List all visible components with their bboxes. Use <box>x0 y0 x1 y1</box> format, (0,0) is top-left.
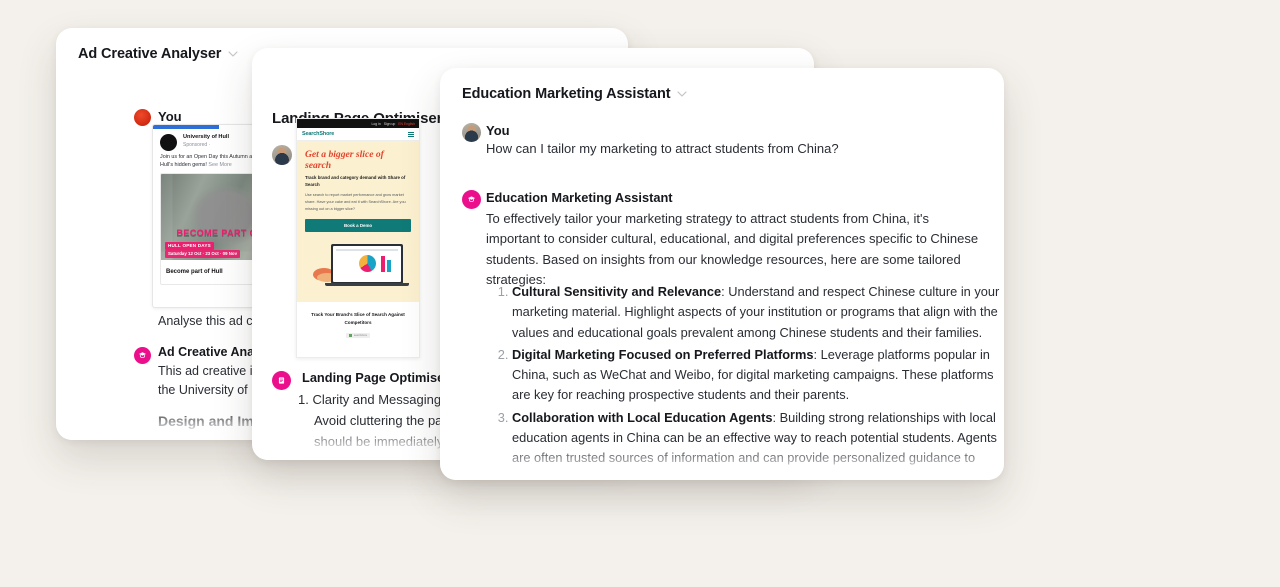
list-item-title: Digital Marketing Focused on Preferred P… <box>512 346 814 362</box>
see-more-link[interactable]: See More <box>208 162 231 168</box>
assistant-avatar-pink <box>134 347 151 364</box>
assistant-name: Education Marketing Assistant <box>486 190 673 205</box>
card-title-label: Education Marketing Assistant <box>462 86 671 102</box>
card-title-label: Ad Creative Analyser <box>78 46 222 62</box>
hero-headline: Get a bigger slice of search <box>305 149 384 171</box>
ad-sponsored-label: Sponsored · <box>183 141 211 148</box>
list-item: Collaboration with Local Education Agent… <box>512 408 1002 480</box>
language-selector[interactable]: EN English <box>398 122 415 126</box>
section-badge-label: searchshore <box>353 333 368 337</box>
assistant-paragraph: To effectively tailor your marketing str… <box>486 211 979 287</box>
chat-card-education-marketing-assistant[interactable]: Education Marketing Assistant You How ca… <box>440 68 1004 480</box>
ad-chip-secondary: Saturday 12 Oct · 23 Oct · 09 Nov <box>165 249 241 258</box>
list-number: 1. <box>298 392 309 407</box>
chevron-down-icon[interactable] <box>677 89 688 99</box>
hero-section: Get a bigger slice of search Track brand… <box>297 141 419 303</box>
message-author-name: You <box>486 123 510 138</box>
hero-illustration <box>305 240 411 292</box>
assistant-avatar-pink <box>272 371 291 390</box>
user-avatar <box>134 109 151 126</box>
assistant-numbered-list: Cultural Sensitivity and Relevance: Unde… <box>486 282 1002 480</box>
hero-paragraph: Use search to report market performance … <box>305 193 406 211</box>
section-title: Track Your Brand's Slice of Search Again… <box>311 312 405 325</box>
site-utility-bar: Log in Sign up EN English <box>297 119 419 128</box>
bar-chart-icon <box>387 260 391 273</box>
list-item: Cultural Sensitivity and Relevance: Unde… <box>512 282 1002 343</box>
user-message-text: How can I tailor my marketing to attract… <box>486 141 839 156</box>
laptop-screen <box>333 246 401 283</box>
pie-chart-icon <box>359 255 376 273</box>
laptop-illustration <box>331 244 403 285</box>
card-title-ad-creative-analyser[interactable]: Ad Creative Analyser <box>78 46 238 62</box>
card-title-education-marketing-assistant[interactable]: Education Marketing Assistant <box>462 86 688 102</box>
signup-link[interactable]: Sign up <box>384 122 396 126</box>
ad-chip-primary: HULL OPEN DAYS <box>165 241 214 250</box>
section-badge: searchshore <box>346 332 370 338</box>
message-author-name: You <box>158 109 182 124</box>
list-item-title: Collaboration with Local Education Agent… <box>512 409 773 425</box>
assistant-name: Landing Page Optimiser <box>302 370 450 385</box>
ad-card-caption: Become part of Hull <box>166 268 223 275</box>
book-a-demo-button[interactable]: Book a Demo <box>305 219 411 233</box>
brand-logo-icon <box>160 134 177 151</box>
list-item-title: Cultural Sensitivity and Relevance <box>512 284 722 299</box>
ad-brand-name: University of Hull <box>183 134 230 140</box>
user-avatar-photo <box>272 145 292 165</box>
chevron-down-icon[interactable] <box>228 49 238 59</box>
laptop-base <box>325 283 409 287</box>
hero-subheadline: Track brand and category demand with Sha… <box>305 175 406 187</box>
site-logo[interactable]: SearchShore <box>302 131 334 137</box>
hamburger-icon[interactable] <box>408 131 414 137</box>
list-item: Digital Marketing Focused on Preferred P… <box>512 345 1002 406</box>
landing-page-screenshot[interactable]: Log in Sign up EN English SearchShore Ge… <box>296 118 420 358</box>
login-link[interactable]: Log in <box>371 122 380 126</box>
assistant-avatar-pink <box>462 190 481 209</box>
list-label: Clarity and Messaging: <box>312 392 445 407</box>
screen-toolbar <box>336 249 398 252</box>
bar-chart-icon <box>381 256 385 273</box>
secondary-section: Track Your Brand's Slice of Search Again… <box>297 302 419 350</box>
site-navbar: SearchShore <box>297 128 419 141</box>
canvas: Ad Creative Analyser You University of H… <box>0 0 1280 587</box>
user-avatar-photo <box>462 123 481 142</box>
